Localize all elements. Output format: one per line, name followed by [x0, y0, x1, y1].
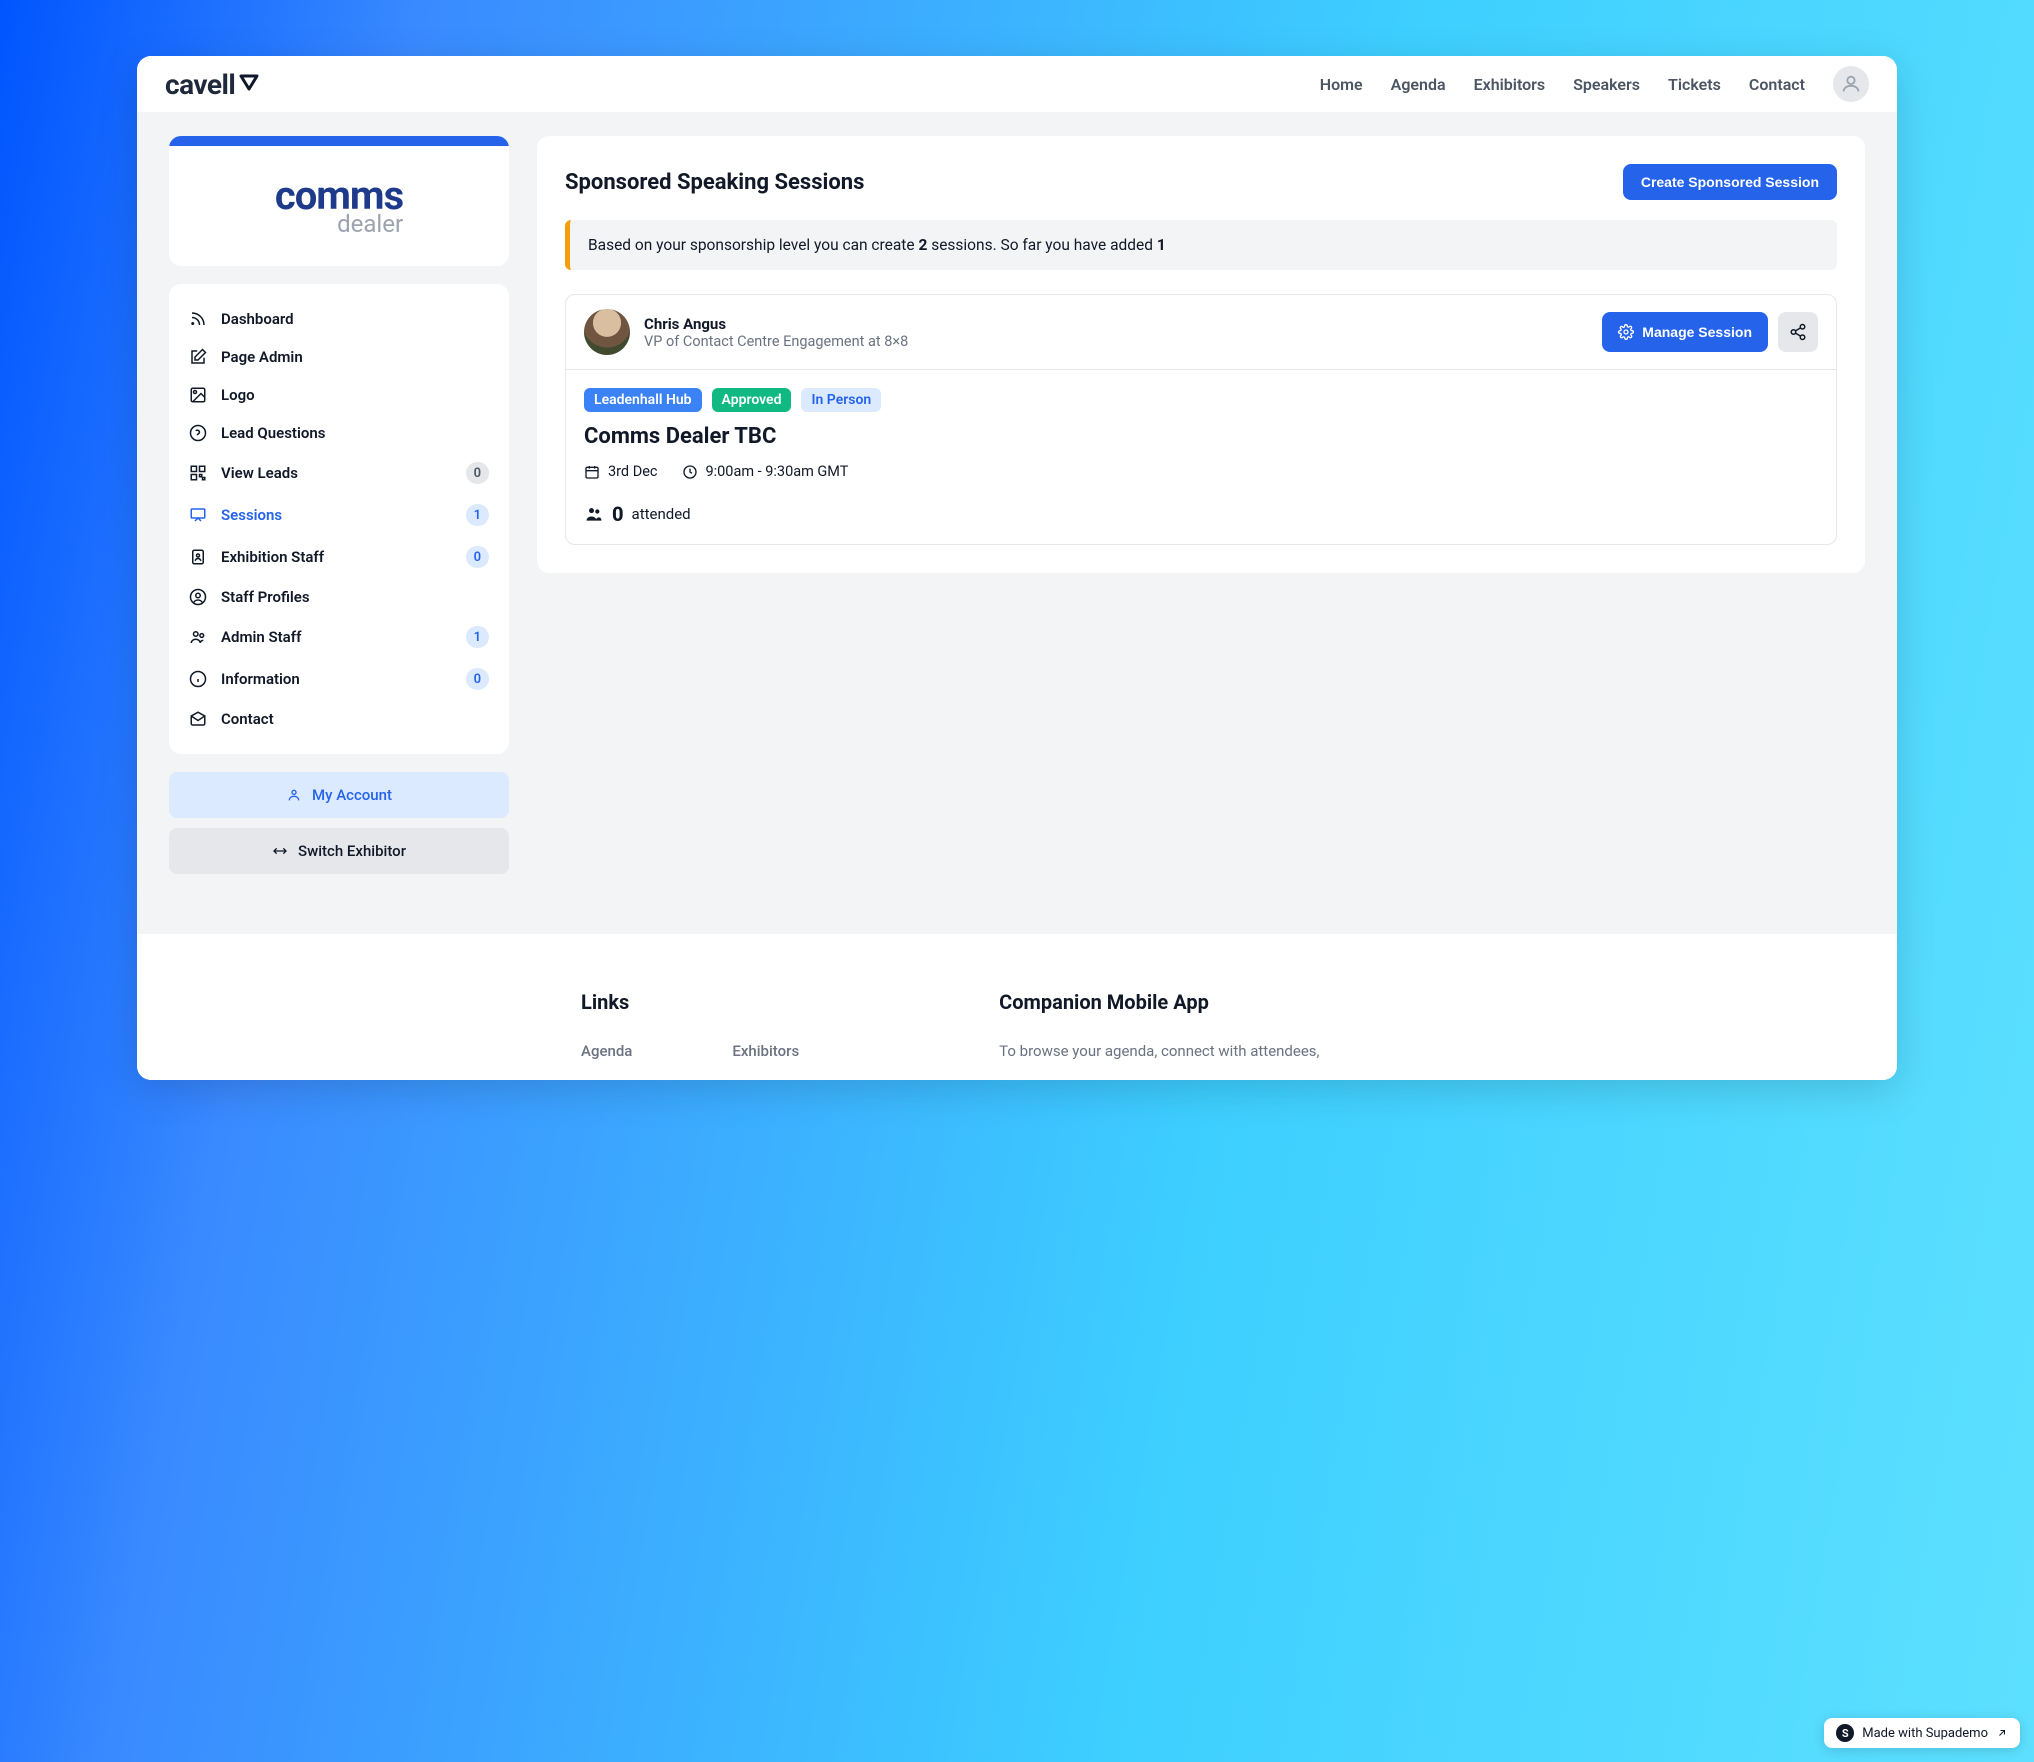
panel-header: Sponsored Speaking Sessions Create Spons…: [565, 164, 1837, 200]
session-card: Chris Angus VP of Contact Centre Engagem…: [565, 294, 1837, 545]
image-icon: [189, 386, 207, 404]
footer-app-heading: Companion Mobile App: [999, 990, 1319, 1014]
company-logo: comms dealer: [169, 146, 509, 266]
nav-agenda[interactable]: Agenda: [1391, 75, 1446, 94]
sidebar-item-exhibition-staff[interactable]: Exhibition Staff 0: [183, 536, 495, 578]
session-body: Leadenhall Hub Approved In Person Comms …: [566, 370, 1836, 544]
nav-exhibitors[interactable]: Exhibitors: [1474, 75, 1546, 94]
speaker-avatar: [584, 309, 630, 355]
company-accent-bar: [169, 136, 509, 146]
speaker-name: Chris Angus: [644, 315, 908, 333]
brand-name: cavell: [165, 68, 235, 101]
session-header: Chris Angus VP of Contact Centre Engagem…: [566, 295, 1836, 370]
panel-title: Sponsored Speaking Sessions: [565, 170, 864, 195]
main-content: Sponsored Speaking Sessions Create Spons…: [537, 136, 1865, 874]
my-account-button[interactable]: My Account: [169, 772, 509, 818]
brand-logo[interactable]: cavell: [165, 68, 259, 101]
share-icon: [1789, 323, 1807, 341]
information-count-badge: 0: [466, 668, 489, 690]
session-chips: Leadenhall Hub Approved In Person: [584, 388, 1818, 412]
nav-contact[interactable]: Contact: [1749, 75, 1805, 94]
footer-links-col: Links Agenda Exhibitors: [581, 990, 799, 1060]
footer-link-agenda[interactable]: Agenda: [581, 1042, 632, 1060]
app-window: cavell Home Agenda Exhibitors Speakers T…: [137, 56, 1897, 1080]
sessions-panel: Sponsored Speaking Sessions Create Spons…: [537, 136, 1865, 573]
presentation-icon: [189, 506, 207, 524]
sidebar-item-dashboard[interactable]: Dashboard: [183, 300, 495, 338]
info-icon: [189, 670, 207, 688]
speaker-info: Chris Angus VP of Contact Centre Engagem…: [644, 315, 908, 350]
share-button[interactable]: [1778, 312, 1818, 352]
nav-speakers[interactable]: Speakers: [1573, 75, 1640, 94]
session-actions: Manage Session: [1602, 312, 1818, 352]
admin-staff-count-badge: 1: [466, 626, 489, 648]
sidebar-item-logo[interactable]: Logo: [183, 376, 495, 414]
attendees-icon: [584, 504, 604, 524]
calendar-icon: [584, 464, 600, 480]
users-icon: [189, 628, 207, 646]
sidebar-item-contact[interactable]: Contact: [183, 700, 495, 738]
footer-links-heading: Links: [581, 990, 799, 1014]
session-meta: 3rd Dec 9:00am - 9:30am GMT: [584, 463, 1818, 480]
user-icon: [1840, 73, 1862, 95]
qr-icon: [189, 464, 207, 482]
footer: Links Agenda Exhibitors Companion Mobile…: [137, 934, 1897, 1080]
session-time: 9:00am - 9:30am GMT: [682, 463, 849, 480]
exhibition-staff-count-badge: 0: [466, 546, 489, 568]
sessions-count-badge: 1: [466, 504, 489, 526]
sidebar-item-lead-questions[interactable]: Lead Questions: [183, 414, 495, 452]
user-icon: [286, 787, 302, 803]
switch-exhibitor-button[interactable]: Switch Exhibitor: [169, 828, 509, 874]
chip-location: Leadenhall Hub: [584, 388, 702, 412]
attended-label: attended: [632, 505, 691, 523]
gear-icon: [1618, 324, 1634, 340]
supademo-badge[interactable]: S Made with Supademo: [1824, 1718, 2020, 1748]
sidebar-nav: Dashboard Page Admin Logo Lead Questions…: [169, 284, 509, 754]
footer-link-exhibitors[interactable]: Exhibitors: [732, 1042, 799, 1060]
footer-app-col: Companion Mobile App To browse your agen…: [999, 990, 1319, 1060]
speaker-role: VP of Contact Centre Engagement at 8×8: [644, 333, 908, 350]
view-leads-count-badge: 0: [466, 462, 489, 484]
nav-tickets[interactable]: Tickets: [1668, 75, 1721, 94]
top-nav: Home Agenda Exhibitors Speakers Tickets …: [1320, 66, 1869, 102]
user-circle-icon: [189, 588, 207, 606]
sidebar-item-view-leads[interactable]: View Leads 0: [183, 452, 495, 494]
supademo-logo-icon: S: [1836, 1724, 1854, 1742]
top-bar: cavell Home Agenda Exhibitors Speakers T…: [137, 56, 1897, 112]
brand-caret-icon: [239, 74, 259, 94]
session-date: 3rd Dec: [584, 463, 658, 480]
chip-status: Approved: [712, 388, 792, 412]
badge-id-icon: [189, 548, 207, 566]
edit-icon: [189, 348, 207, 366]
sidebar-item-sessions[interactable]: Sessions 1: [183, 494, 495, 536]
manage-session-button[interactable]: Manage Session: [1602, 312, 1768, 352]
sidebar-item-staff-profiles[interactable]: Staff Profiles: [183, 578, 495, 616]
attendance-row: 0 attended: [584, 502, 1818, 526]
sidebar-item-page-admin[interactable]: Page Admin: [183, 338, 495, 376]
nav-home[interactable]: Home: [1320, 75, 1363, 94]
body-area: comms dealer Dashboard Page Admin Logo: [137, 112, 1897, 874]
attended-count: 0: [612, 502, 624, 526]
external-link-icon: [1996, 1727, 2008, 1739]
session-title: Comms Dealer TBC: [584, 424, 1818, 449]
create-session-button[interactable]: Create Sponsored Session: [1623, 164, 1837, 200]
mail-icon: [189, 710, 207, 728]
rss-icon: [189, 310, 207, 328]
footer-app-desc: To browse your agenda, connect with atte…: [999, 1042, 1319, 1060]
sponsorship-alert: Based on your sponsorship level you can …: [565, 220, 1837, 270]
sidebar-item-admin-staff[interactable]: Admin Staff 1: [183, 616, 495, 658]
chip-mode: In Person: [801, 388, 881, 412]
user-avatar[interactable]: [1833, 66, 1869, 102]
switch-icon: [272, 843, 288, 859]
question-circle-icon: [189, 424, 207, 442]
sidebar-item-information[interactable]: Information 0: [183, 658, 495, 700]
sidebar: comms dealer Dashboard Page Admin Logo: [169, 136, 509, 874]
clock-icon: [682, 464, 698, 480]
company-card: comms dealer: [169, 136, 509, 266]
